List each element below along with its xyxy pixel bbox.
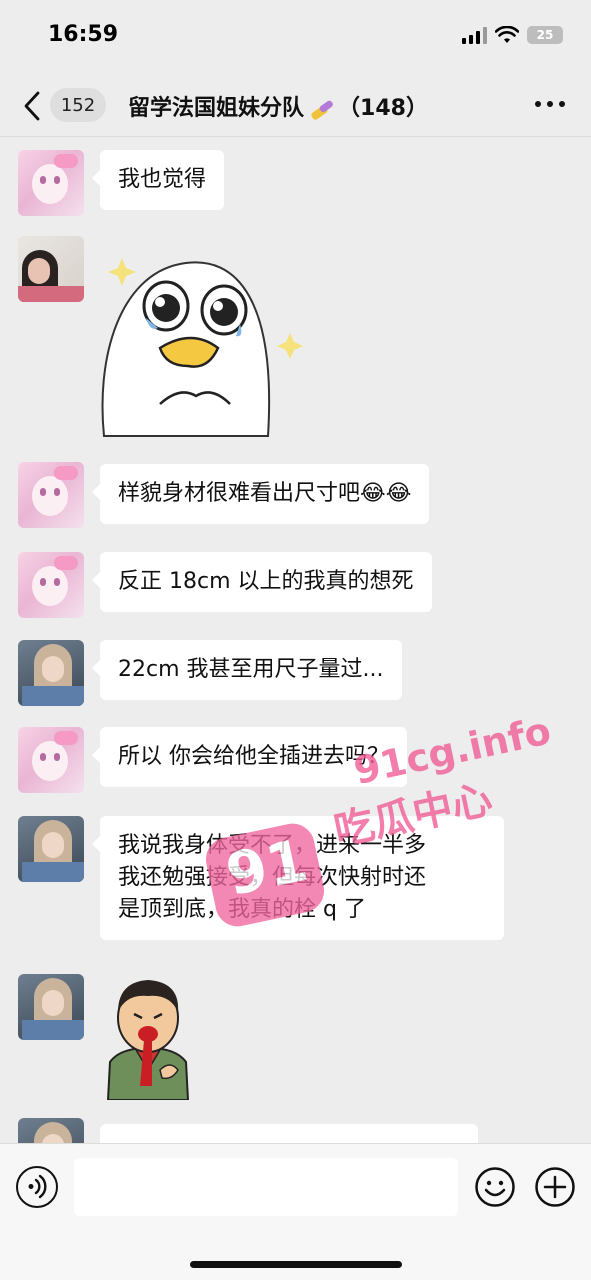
back-chevron-icon[interactable] <box>20 89 44 123</box>
emoji-button[interactable] <box>474 1166 516 1208</box>
message-text: 反正 18cm 以上的我真的想死 <box>118 569 414 594</box>
message-row: 反正 18cm 以上的我真的想死 <box>18 552 578 618</box>
message-row <box>18 1118 578 1143</box>
message-bubble[interactable]: 22cm 我甚至用尺子量过... <box>92 640 402 700</box>
message-text: 所以 你会给他全插进去吗？ <box>118 744 389 769</box>
voice-button[interactable] <box>16 1166 58 1208</box>
input-bar <box>0 1143 591 1280</box>
status-icons: 25 <box>462 26 563 44</box>
more-options-icon[interactable] <box>535 101 565 107</box>
avatar[interactable] <box>18 236 84 302</box>
avatar[interactable] <box>18 640 84 706</box>
message-row: 我说我身体受不了，进来一半多 我还勉强接受，但每次快射时还 是顶到底，我真的栓 … <box>18 816 578 948</box>
unread-count-badge[interactable]: 152 <box>50 88 106 122</box>
message-bubble[interactable]: 所以 你会给他全插进去吗？ <box>92 727 407 787</box>
message-bubble[interactable] <box>100 1124 478 1143</box>
message-row: 所以 你会给他全插进去吗？ <box>18 727 578 793</box>
avatar[interactable] <box>18 727 84 793</box>
message-input[interactable] <box>74 1158 458 1216</box>
chat-title-text: 留学法国姐妹分队 <box>128 96 305 121</box>
chat-title: 留学法国姐妹分队 （148） <box>128 90 428 122</box>
message-row <box>18 974 578 1100</box>
chat-header: 152 留学法国姐妹分队 （148） <box>0 75 591 137</box>
avatar[interactable] <box>18 150 84 216</box>
message-row: 样貌身材很难看出尺寸吧😂😂 <box>18 462 578 528</box>
message-bubble[interactable]: 我也觉得 <box>91 150 225 210</box>
message-text: 22cm 我甚至用尺子量过... <box>118 657 384 682</box>
message-row: 22cm 我甚至用尺子量过... <box>18 640 578 706</box>
avatar[interactable] <box>18 1118 84 1143</box>
message-text-line: 是顶到底，我真的栓 q 了 <box>118 897 366 922</box>
message-bubble[interactable]: 反正 18cm 以上的我真的想死 <box>92 552 432 612</box>
avatar[interactable] <box>18 816 84 882</box>
add-button[interactable] <box>534 1166 576 1208</box>
avatar[interactable] <box>18 552 84 618</box>
home-indicator <box>190 1261 402 1268</box>
message-text-line: 我还勉强接受，但每次快射时还 <box>118 865 427 890</box>
crying-duck-sticker[interactable] <box>100 236 310 442</box>
message-text: 样貌身材很难看出尺寸吧😂😂 <box>118 481 412 506</box>
message-bubble[interactable]: 我说我身体受不了，进来一半多 我还勉强接受，但每次快射时还 是顶到底，我真的栓 … <box>92 816 504 940</box>
bleeding-boy-sticker[interactable] <box>100 974 196 1100</box>
message-text: 我也觉得 <box>118 167 207 192</box>
wifi-icon <box>495 26 519 43</box>
member-count: （148） <box>338 96 428 121</box>
message-row <box>18 236 578 446</box>
message-row: 我也觉得 <box>18 150 578 216</box>
message-bubble[interactable]: 样貌身材很难看出尺寸吧😂😂 <box>91 464 430 524</box>
status-time: 16:59 <box>48 22 119 47</box>
voice-icon <box>28 1174 47 1199</box>
nail-polish-icon <box>311 100 333 120</box>
avatar[interactable] <box>18 974 84 1040</box>
battery-icon: 25 <box>527 26 563 44</box>
message-text-line: 我说我身体受不了，进来一半多 <box>118 833 427 858</box>
status-bar: 16:59 25 <box>0 0 591 75</box>
avatar[interactable] <box>18 462 84 528</box>
signal-icon <box>462 26 487 44</box>
